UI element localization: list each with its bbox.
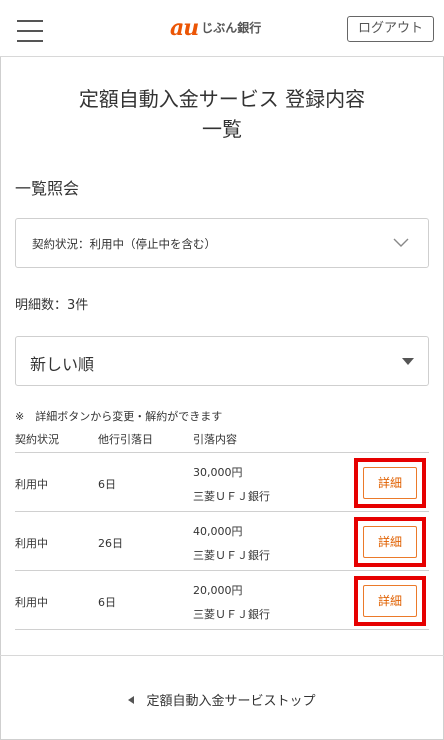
row-amount: 20,000円 [193, 584, 243, 597]
triangle-left-icon [128, 696, 135, 704]
table-row: 利用中 26日 40,000円 三菱ＵＦＪ銀行 詳細 [15, 512, 429, 571]
row-bank: 三菱ＵＦＪ銀行 [193, 490, 270, 503]
row-status: 利用中 [15, 537, 48, 550]
detail-highlight: 詳細 [354, 458, 426, 508]
page-title: 定額自動入金サービス 登録内容 一覧 [0, 84, 444, 144]
brand-logo: au じぶん銀行 [170, 17, 261, 39]
row-debit-day: 6日 [98, 596, 116, 609]
page-title-line1: 定額自動入金サービス 登録内容 [78, 87, 366, 111]
record-count: 明細数：3件 [15, 298, 89, 313]
logout-button[interactable]: ログアウト [347, 16, 434, 42]
filter-accordion[interactable]: 契約状況：利用中（停止中を含む） [15, 218, 429, 268]
table-row: 利用中 6日 30,000円 三菱ＵＦＪ銀行 詳細 [15, 453, 429, 512]
chevron-down-icon[interactable] [392, 234, 410, 252]
page-title-line2: 一覧 [202, 117, 242, 141]
table-row: 利用中 6日 20,000円 三菱ＵＦＪ銀行 詳細 [15, 571, 429, 630]
row-amount: 40,000円 [193, 525, 243, 538]
row-bank: 三菱ＵＦＪ銀行 [193, 549, 270, 562]
row-debit-day: 6日 [98, 478, 116, 491]
detail-button[interactable]: 詳細 [363, 526, 417, 558]
table-header: 契約状況 他行引落日 引落内容 [15, 429, 429, 453]
logo-text: じぶん銀行 [201, 21, 262, 35]
row-debit-day: 26日 [98, 537, 123, 550]
header-bar: au じぶん銀行 ログアウト [0, 0, 444, 57]
detail-button[interactable]: 詳細 [363, 585, 417, 617]
header-debit-day: 他行引落日 [98, 433, 153, 446]
header-debit-content: 引落内容 [193, 433, 237, 446]
header-status: 契約状況 [15, 433, 59, 446]
caret-down-icon [402, 358, 414, 365]
filter-label: 契約状況：利用中（停止中を含む） [32, 237, 216, 251]
service-top-link[interactable]: 定額自動入金サービストップ [0, 690, 444, 709]
row-status: 利用中 [15, 478, 48, 491]
detail-button[interactable]: 詳細 [363, 467, 417, 499]
hamburger-menu-icon[interactable] [17, 20, 43, 42]
info-note: ※ 詳細ボタンから変更・解約ができます [15, 410, 223, 423]
row-amount: 30,000円 [193, 466, 243, 479]
row-bank: 三菱ＵＦＪ銀行 [193, 608, 270, 621]
logo-mark: au [170, 15, 199, 41]
section-title: 一覧照会 [15, 179, 80, 198]
detail-highlight: 詳細 [354, 517, 426, 567]
detail-highlight: 詳細 [354, 576, 426, 626]
row-status: 利用中 [15, 596, 48, 609]
service-top-link-label: 定額自動入金サービストップ [146, 694, 316, 709]
sort-selected-value: 新しい順 [30, 355, 95, 374]
sort-select[interactable]: 新しい順 [15, 336, 429, 386]
footer-divider [0, 655, 444, 656]
